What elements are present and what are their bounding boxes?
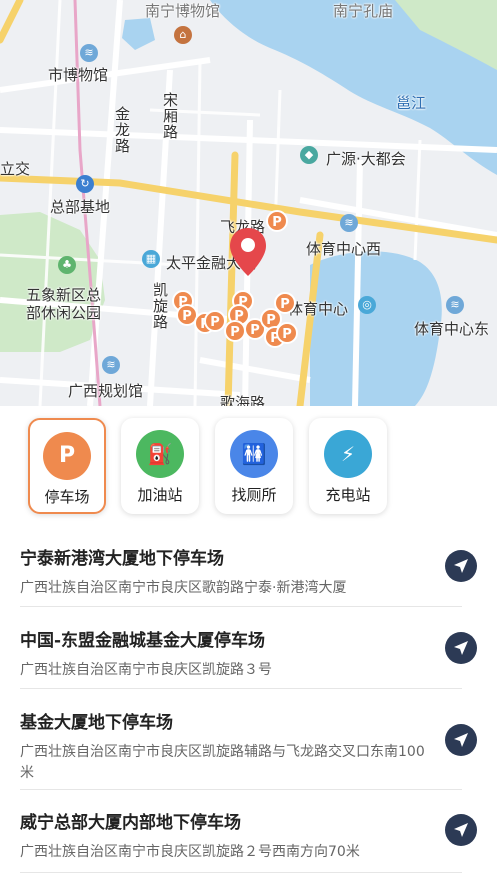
result-title: 中国-东盟金融城基金大厦停车场 [20, 631, 266, 651]
map-label-sports-center-west: 体育中心西 [306, 240, 382, 258]
metro-icon: ≋ [340, 214, 358, 232]
metro-icon: ≋ [80, 44, 98, 62]
navigate-arrow-icon [454, 559, 468, 573]
map-label-city-museum: 市博物馆 [48, 66, 109, 84]
parking-pin[interactable]: P [276, 322, 298, 344]
metro-icon: ≋ [102, 356, 120, 374]
navigate-button[interactable] [445, 724, 477, 756]
category-gas-station[interactable]: ⛽ 加油站 [121, 418, 199, 514]
metro-icon: ≋ [446, 296, 464, 314]
stadium-icon: ◎ [358, 296, 376, 314]
divider [20, 789, 462, 790]
landmark-icon: ◆ [300, 146, 318, 164]
result-address: 广西壮族自治区南宁市良庆区歌韵路宁泰·新港湾大厦 [20, 580, 347, 596]
building-icon: ▦ [142, 250, 160, 268]
navigate-arrow-icon [454, 733, 468, 747]
category-restroom[interactable]: 🚻 找厕所 [215, 418, 293, 514]
navigate-button[interactable] [445, 550, 477, 582]
map-label-top-right: 南宁孔庙 [333, 2, 394, 20]
park-icon: ♣ [58, 256, 76, 274]
list-item[interactable]: 宁泰新港湾大厦地下停车场 广西壮族自治区南宁市良庆区歌韵路宁泰·新港湾大厦 [20, 544, 477, 604]
category-label: 找厕所 [231, 486, 277, 504]
navigate-button[interactable] [445, 814, 477, 846]
map-label-songpu-road: 宋厢路 [161, 92, 179, 140]
map-view[interactable]: 南宁博物馆 南宁孔庙 市博物馆 金龙路 宋厢路 立交 总部基地 飞龙路 太平金融… [0, 0, 497, 406]
museum-icon: ⌂ [174, 26, 192, 44]
result-address: 广西壮族自治区南宁市良庆区凯旋路２号西南方向70米 [20, 844, 360, 860]
map-label-kaixuan-road: 凯旋路 [151, 282, 169, 330]
map-label-interchange: 立交 [0, 160, 31, 178]
map-label-wuxiang-park: 五象新区总部休闲公园 [26, 286, 102, 322]
map-label-guangyuan: 广源·大都会 [326, 150, 406, 168]
map-label-hq-base: 总部基地 [50, 198, 111, 216]
result-title: 宁泰新港湾大厦地下停车场 [20, 549, 224, 569]
navigate-button[interactable] [445, 632, 477, 664]
parking-pin[interactable]: P [274, 292, 296, 314]
category-label: 充电站 [325, 486, 371, 504]
parking-pin[interactable]: P [204, 310, 226, 332]
result-address: 广西壮族自治区南宁市良庆区凯旋路３号 [20, 662, 272, 678]
category-charging-station[interactable]: ⚡ 充电站 [309, 418, 387, 514]
category-label: 加油站 [137, 486, 183, 504]
parking-icon: P [43, 432, 91, 480]
divider [20, 872, 462, 873]
divider [20, 688, 462, 689]
charging-station-icon: ⚡ [324, 430, 372, 478]
category-bar: P 停车场 ⛽ 加油站 🚻 找厕所 ⚡ 充电站 [0, 406, 497, 526]
interchange-icon: ↻ [76, 175, 94, 193]
map-label-sports-center-east: 体育中心东 [414, 320, 490, 338]
list-item[interactable]: 中国-东盟金融城基金大厦停车场 广西壮族自治区南宁市良庆区凯旋路３号 [20, 626, 477, 686]
gas-station-icon: ⛽ [136, 430, 184, 478]
parking-pin[interactable]: P [266, 210, 288, 232]
map-label-jinlong-road: 金龙路 [113, 106, 131, 154]
category-label: 停车场 [44, 488, 90, 506]
navigate-arrow-icon [454, 641, 468, 655]
map-label-sports-center: 体育中心 [288, 300, 349, 318]
list-item[interactable]: 威宁总部大厦内部地下停车场 广西壮族自治区南宁市良庆区凯旋路２号西南方向70米 [20, 808, 477, 868]
result-title: 威宁总部大厦内部地下停车场 [20, 813, 241, 833]
divider [20, 606, 462, 607]
map-label-top-left: 南宁博物馆 [145, 2, 221, 20]
map-label-yong-river: 邕江 [396, 94, 427, 112]
navigate-arrow-icon [454, 823, 468, 837]
restroom-icon: 🚻 [230, 430, 278, 478]
parking-pin[interactable]: P [224, 320, 246, 342]
category-parking[interactable]: P 停车场 [28, 418, 106, 514]
list-item[interactable]: 基金大厦地下停车场 广西壮族自治区南宁市良庆区凯旋路辅路与飞龙路交叉口东南100… [20, 708, 477, 788]
map-label-gx-planning: 广西规划馆 [68, 382, 144, 400]
result-address: 广西壮族自治区南宁市良庆区凯旋路辅路与飞龙路交叉口东南100米 [20, 744, 425, 781]
map-label-geyun-road: 歌海路 [220, 394, 266, 406]
location-marker-icon [230, 228, 266, 276]
result-title: 基金大厦地下停车场 [20, 713, 173, 733]
